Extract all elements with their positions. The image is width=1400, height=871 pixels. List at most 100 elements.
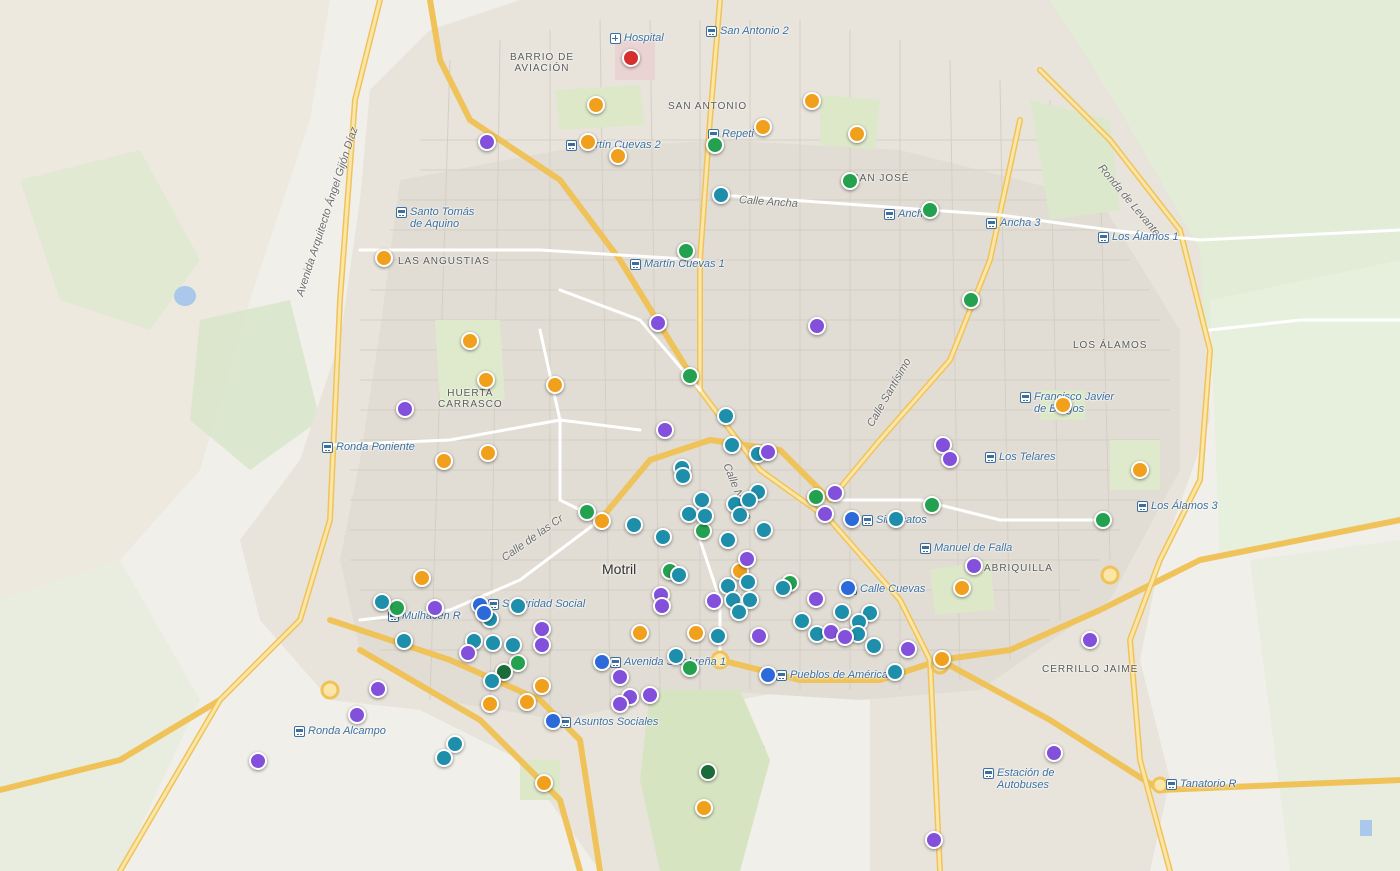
marker-orange[interactable] <box>631 624 649 642</box>
stop-ancha-3[interactable]: Ancha 3 <box>986 217 1040 229</box>
stop-seguridad-social[interactable]: Seguridad Social <box>488 598 585 610</box>
stop-los-telares[interactable]: Los Telares <box>985 451 1055 463</box>
marker-teal[interactable] <box>774 579 792 597</box>
marker-orange[interactable] <box>593 512 611 530</box>
marker-purple[interactable] <box>1081 631 1099 649</box>
marker-orange[interactable] <box>754 118 772 136</box>
marker-purple[interactable] <box>348 706 366 724</box>
stop-manuel-de-falla[interactable]: Manuel de Falla <box>920 542 1012 554</box>
marker-purple[interactable] <box>459 644 477 662</box>
marker-teal[interactable] <box>667 647 685 665</box>
marker-purple[interactable] <box>611 695 629 713</box>
stop-santo-tomas[interactable]: Santo Tomás de Aquino <box>396 206 474 230</box>
map-basemap[interactable] <box>0 0 1400 871</box>
marker-purple[interactable] <box>478 133 496 151</box>
marker-blue[interactable] <box>544 712 562 730</box>
marker-orange[interactable] <box>477 371 495 389</box>
marker-teal[interactable] <box>395 632 413 650</box>
stop-estacion-autobuses[interactable]: Estación de Autobuses <box>983 767 1054 791</box>
marker-teal[interactable] <box>435 749 453 767</box>
marker-blue[interactable] <box>843 510 861 528</box>
marker-purple[interactable] <box>656 421 674 439</box>
marker-teal[interactable] <box>739 573 757 591</box>
marker-teal[interactable] <box>865 637 883 655</box>
stop-asuntos-sociales[interactable]: Asuntos Sociales <box>560 716 658 728</box>
marker-purple[interactable] <box>808 317 826 335</box>
marker-green[interactable] <box>1094 511 1112 529</box>
marker-orange[interactable] <box>1054 396 1072 414</box>
marker-green[interactable] <box>923 496 941 514</box>
marker-purple[interactable] <box>750 627 768 645</box>
marker-orange[interactable] <box>933 650 951 668</box>
marker-purple[interactable] <box>925 831 943 849</box>
marker-teal[interactable] <box>674 467 692 485</box>
marker-teal[interactable] <box>886 663 904 681</box>
marker-green[interactable] <box>962 291 980 309</box>
marker-teal[interactable] <box>373 593 391 611</box>
marker-purple[interactable] <box>826 484 844 502</box>
marker-green[interactable] <box>807 488 825 506</box>
marker-teal[interactable] <box>717 407 735 425</box>
marker-purple[interactable] <box>899 640 917 658</box>
stop-calle-cuevas[interactable]: Calle Cuevas <box>846 583 925 595</box>
marker-blue[interactable] <box>759 666 777 684</box>
marker-orange[interactable] <box>579 133 597 151</box>
marker-teal[interactable] <box>730 603 748 621</box>
marker-green[interactable] <box>681 659 699 677</box>
marker-teal[interactable] <box>755 521 773 539</box>
marker-teal[interactable] <box>793 612 811 630</box>
marker-purple[interactable] <box>807 590 825 608</box>
marker-orange[interactable] <box>953 579 971 597</box>
marker-orange[interactable] <box>533 677 551 695</box>
marker-teal[interactable] <box>654 528 672 546</box>
stop-los-alamos-1[interactable]: Los Álamos 1 <box>1098 231 1179 243</box>
marker-green[interactable] <box>677 242 695 260</box>
marker-purple[interactable] <box>836 628 854 646</box>
marker-orange[interactable] <box>518 693 536 711</box>
marker-teal[interactable] <box>723 436 741 454</box>
marker-teal[interactable] <box>833 603 851 621</box>
marker-teal[interactable] <box>670 566 688 584</box>
marker-teal[interactable] <box>709 627 727 645</box>
marker-teal[interactable] <box>504 636 522 654</box>
marker-orange[interactable] <box>535 774 553 792</box>
stop-pueblos-de-america[interactable]: Pueblos de América <box>776 669 888 681</box>
marker-purple[interactable] <box>738 550 756 568</box>
marker-orange[interactable] <box>375 249 393 267</box>
marker-orange[interactable] <box>848 125 866 143</box>
marker-orange[interactable] <box>1131 461 1149 479</box>
marker-purple[interactable] <box>396 400 414 418</box>
stop-ronda-poniente[interactable]: Ronda Poniente <box>322 441 415 453</box>
marker-green[interactable] <box>841 172 859 190</box>
marker-orange[interactable] <box>461 332 479 350</box>
marker-purple[interactable] <box>426 599 444 617</box>
marker-teal[interactable] <box>483 672 501 690</box>
marker-teal[interactable] <box>740 491 758 509</box>
stop-martin-cuevas-1[interactable]: Martín Cuevas 1 <box>630 258 725 270</box>
marker-purple[interactable] <box>649 314 667 332</box>
marker-orange[interactable] <box>481 695 499 713</box>
marker-orange[interactable] <box>687 624 705 642</box>
marker-purple[interactable] <box>705 592 723 610</box>
marker-blue[interactable] <box>475 604 493 622</box>
marker-orange[interactable] <box>803 92 821 110</box>
marker-orange[interactable] <box>695 799 713 817</box>
marker-green[interactable] <box>578 503 596 521</box>
marker-purple[interactable] <box>369 680 387 698</box>
map-view[interactable]: BARRIO DE AVIACIÓN SAN ANTONIO SAN JOSÉ LAS… <box>0 0 1400 871</box>
marker-purple[interactable] <box>611 668 629 686</box>
marker-teal[interactable] <box>712 186 730 204</box>
marker-purple[interactable] <box>533 636 551 654</box>
marker-teal[interactable] <box>887 510 905 528</box>
stop-tanatorio[interactable]: Tanatorio R <box>1166 778 1236 790</box>
marker-teal[interactable] <box>625 516 643 534</box>
stop-ronda-alcampo[interactable]: Ronda Alcampo <box>294 725 386 737</box>
marker-teal[interactable] <box>719 531 737 549</box>
marker-teal[interactable] <box>484 634 502 652</box>
marker-blue[interactable] <box>839 579 857 597</box>
marker-purple[interactable] <box>1045 744 1063 762</box>
marker-orange[interactable] <box>479 444 497 462</box>
marker-teal[interactable] <box>509 597 527 615</box>
marker-dark-green[interactable] <box>699 763 717 781</box>
stop-hospital[interactable]: Hospital <box>610 32 664 44</box>
